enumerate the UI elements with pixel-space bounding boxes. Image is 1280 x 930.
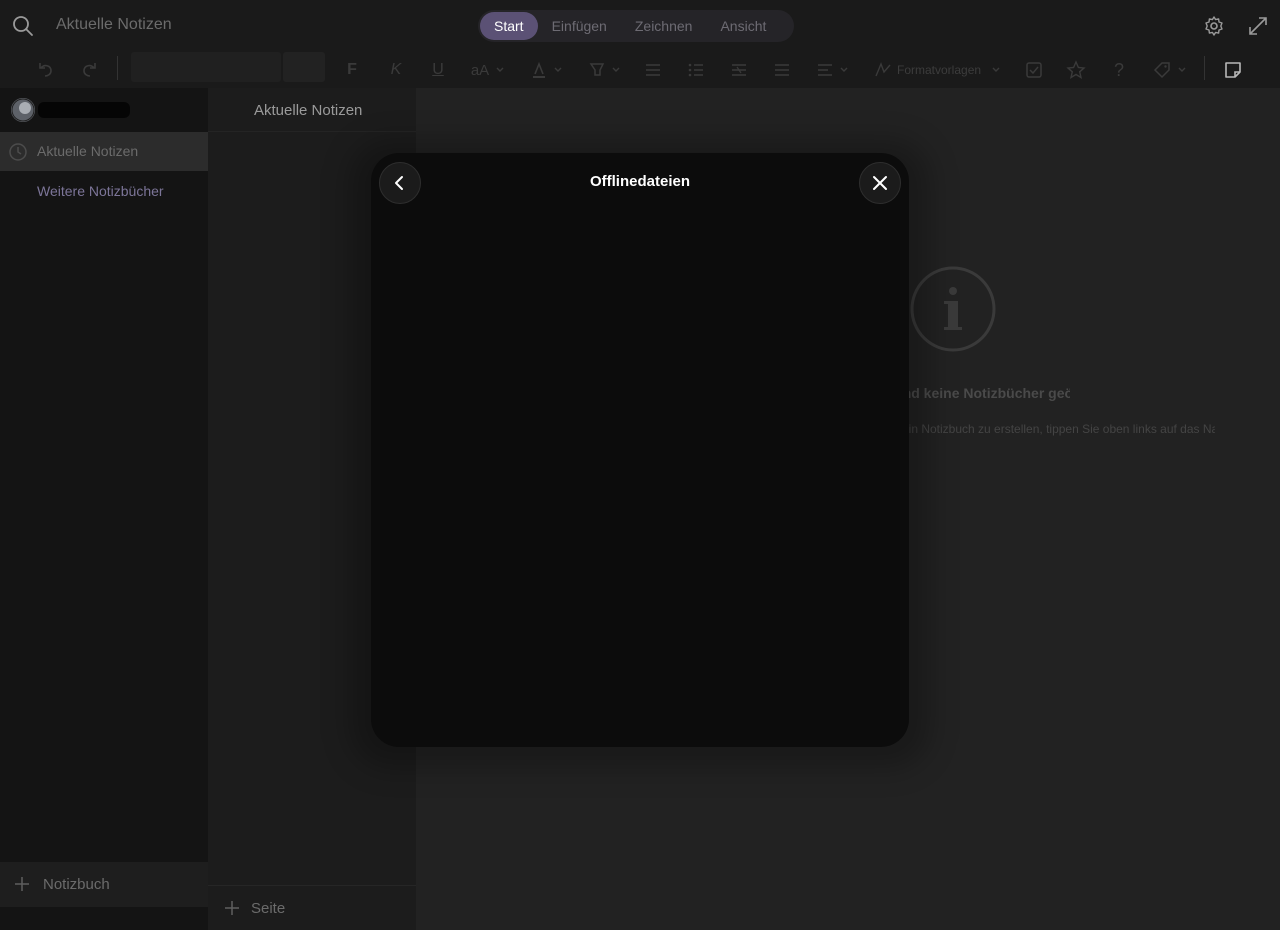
bold-button[interactable]: F bbox=[342, 58, 362, 82]
sticky-note-icon[interactable] bbox=[1222, 58, 1244, 82]
styles-dropdown[interactable]: Formatvorlagen bbox=[897, 58, 989, 82]
tab-ansicht[interactable]: Ansicht bbox=[706, 12, 780, 40]
sidebar-item-label: Weitere Notizbücher bbox=[37, 183, 164, 199]
tab-einfuegen[interactable]: Einfügen bbox=[538, 12, 621, 40]
styles-icon[interactable] bbox=[872, 58, 894, 82]
checkbox-icon[interactable] bbox=[1023, 58, 1045, 82]
formatting-ribbon: F K U aA Formatvorlagen ? bbox=[0, 52, 1280, 88]
title-bar: Aktuelle Notizen Start Einfügen Zeichnen… bbox=[0, 0, 1280, 52]
undo-icon[interactable] bbox=[34, 58, 58, 82]
sidebar-item-more-notebooks[interactable]: Weitere Notizbücher bbox=[0, 172, 208, 211]
bullet-list-icon[interactable] bbox=[642, 58, 664, 82]
chevron-down-icon[interactable] bbox=[552, 58, 564, 82]
expand-icon[interactable] bbox=[1247, 15, 1269, 37]
align-icon[interactable] bbox=[814, 58, 836, 82]
account-row[interactable] bbox=[0, 88, 208, 132]
redo-icon[interactable] bbox=[77, 58, 101, 82]
chevron-down-icon[interactable] bbox=[610, 58, 622, 82]
add-page-button[interactable]: Seite bbox=[208, 885, 416, 930]
highlighter-icon[interactable] bbox=[586, 58, 608, 82]
ribbon-tabs: Start Einfügen Zeichnen Ansicht bbox=[478, 10, 794, 42]
close-button[interactable] bbox=[859, 162, 901, 204]
chevron-down-icon[interactable] bbox=[494, 58, 506, 82]
dialog-title: Offlinedateien bbox=[589, 173, 690, 190]
plus-icon bbox=[15, 877, 29, 891]
empty-state-hint: Um ein Notizbuch zu erstellen, tippen Si… bbox=[880, 422, 1215, 436]
add-notebook-label: Notizbuch bbox=[43, 876, 110, 893]
question-icon[interactable]: ? bbox=[1108, 58, 1130, 82]
offline-files-dialog: Offlinedateien bbox=[371, 153, 909, 747]
font-color-icon[interactable] bbox=[528, 58, 550, 82]
star-icon[interactable] bbox=[1065, 58, 1087, 82]
notebook-sidebar: Aktuelle Notizen Weitere Notizbücher Not… bbox=[0, 88, 208, 930]
pages-header: Aktuelle Notizen bbox=[208, 88, 416, 132]
chevron-down-icon[interactable] bbox=[838, 58, 850, 82]
font-family-field[interactable] bbox=[131, 52, 281, 82]
add-page-label: Seite bbox=[251, 900, 286, 917]
redacted-account-name bbox=[38, 102, 130, 118]
sidebar-item-label: Aktuelle Notizen bbox=[37, 143, 139, 159]
tag-icon[interactable] bbox=[1150, 58, 1174, 82]
sidebar-item-recent-notes[interactable]: Aktuelle Notizen bbox=[0, 132, 208, 171]
search-icon[interactable] bbox=[12, 15, 34, 37]
text-size-button[interactable]: aA bbox=[468, 58, 492, 82]
window-title: Aktuelle Notizen bbox=[56, 16, 172, 33]
tab-start[interactable]: Start bbox=[480, 12, 538, 40]
outdent-icon[interactable] bbox=[728, 58, 750, 82]
close-icon bbox=[873, 176, 887, 190]
chevron-down-icon[interactable] bbox=[990, 58, 1002, 82]
chevron-down-icon[interactable] bbox=[1176, 58, 1188, 82]
avatar[interactable] bbox=[11, 98, 35, 122]
underline-button[interactable]: U bbox=[428, 58, 448, 82]
add-notebook-button[interactable]: Notizbuch bbox=[0, 862, 208, 907]
clock-icon bbox=[9, 143, 27, 161]
pages-title: Aktuelle Notizen bbox=[254, 102, 363, 119]
font-size-field[interactable] bbox=[283, 52, 325, 82]
gear-icon[interactable] bbox=[1203, 15, 1225, 37]
ribbon-divider bbox=[117, 56, 118, 80]
italic-button[interactable]: K bbox=[386, 58, 406, 82]
numbered-list-icon[interactable] bbox=[685, 58, 707, 82]
indent-icon[interactable] bbox=[771, 58, 793, 82]
plus-icon bbox=[225, 901, 239, 915]
ribbon-divider bbox=[1204, 56, 1205, 80]
tab-zeichnen[interactable]: Zeichnen bbox=[621, 12, 707, 40]
